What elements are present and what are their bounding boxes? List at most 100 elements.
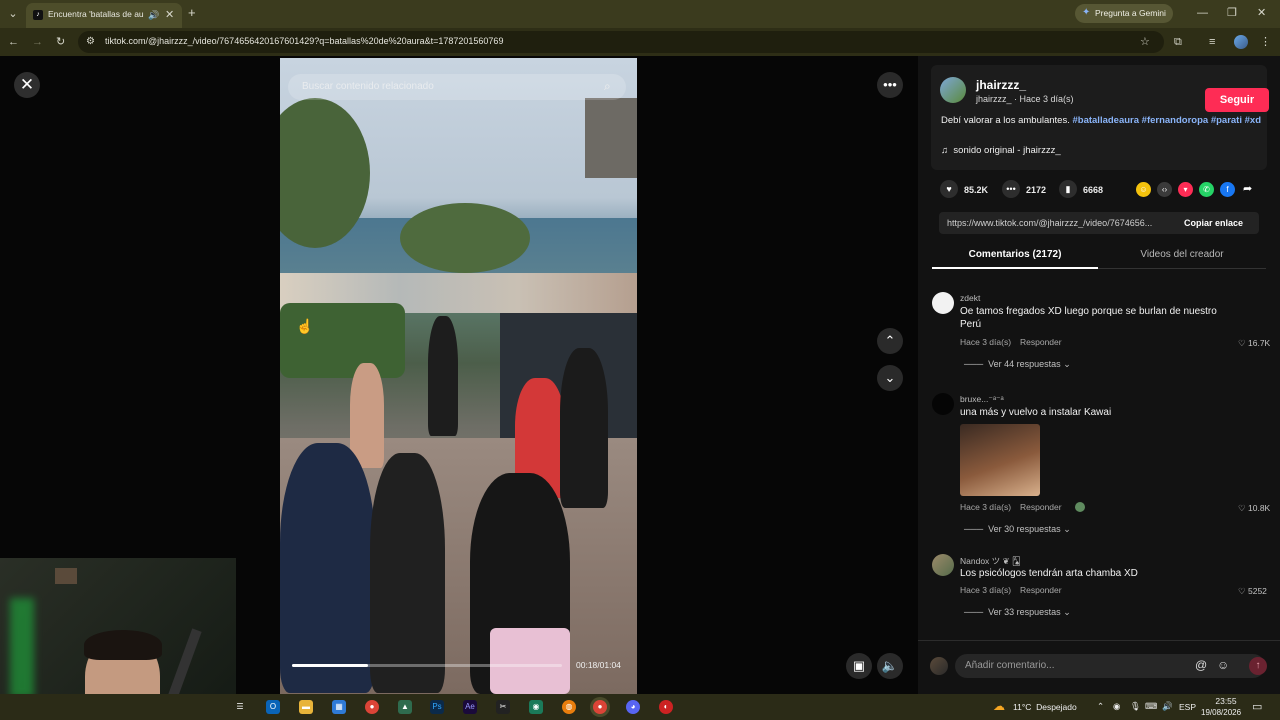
comment-like[interactable]: ♡ 5252 (1238, 586, 1267, 597)
reply-button[interactable]: Responder (1020, 337, 1062, 347)
search-icon[interactable]: ⌕ (604, 79, 611, 94)
chrome-icon[interactable]: ● (365, 700, 379, 714)
reply-button[interactable]: Responder (1020, 585, 1062, 595)
tab-creator-videos[interactable]: Videos del creador (1098, 245, 1266, 269)
window-close-icon[interactable]: ✕ (1257, 6, 1266, 20)
app-icon[interactable]: ◉ (529, 700, 543, 714)
whatsapp-icon[interactable]: ✆ (1199, 182, 1214, 197)
follow-button[interactable]: Seguir (1205, 88, 1269, 112)
outlook-icon[interactable]: O (266, 700, 280, 714)
app-icon[interactable]: ◐ (659, 700, 673, 714)
video-scene-building (585, 98, 637, 178)
author-avatar[interactable] (940, 77, 966, 103)
gemini-button[interactable]: ✦ Pregunta a Gemini (1075, 4, 1173, 23)
mini-player-icon: ▣ (852, 658, 866, 673)
minimize-icon[interactable]: — (1197, 6, 1208, 20)
tab-audio-icon[interactable]: 🔊 (148, 8, 159, 22)
close-video-button[interactable]: ✕ (14, 72, 40, 98)
tray-chevron-icon[interactable]: ⌃ (1097, 701, 1104, 712)
speaker-icon[interactable]: 🔊 (1162, 701, 1173, 712)
new-tab-icon[interactable]: + (188, 6, 196, 20)
facebook-icon[interactable]: f (1220, 182, 1235, 197)
author-username[interactable]: jhairzzz_ (976, 78, 1026, 92)
comment-username[interactable]: bruxe...⁻ᵃ⁻ᵃ (960, 394, 1004, 405)
file-explorer-icon[interactable]: ▬ (299, 700, 313, 714)
send-icon[interactable]: ▾ (1178, 182, 1193, 197)
blender-icon[interactable]: ◍ (562, 700, 576, 714)
comment-image[interactable] (960, 424, 1040, 496)
previous-video-button[interactable]: ⌃ (877, 328, 903, 354)
emoji-icon[interactable]: ☺ (1217, 658, 1229, 672)
embed-code-icon[interactable]: ‹› (1157, 182, 1172, 197)
post-comment-button[interactable]: ↑ (1249, 657, 1267, 675)
restore-icon[interactable]: ❐ (1227, 6, 1237, 20)
bookmark-star-icon[interactable]: ☆ (1140, 35, 1150, 49)
video-player[interactable]: Buscar contenido relacionado ⌕ 00:18/01:… (280, 58, 637, 694)
comment-username[interactable]: Nandox ツ ❦ 🂡 (960, 555, 1021, 567)
view-replies-label: Ver 44 respuestas (988, 359, 1061, 369)
next-video-button[interactable]: ⌄ (877, 365, 903, 391)
comment-avatar[interactable] (932, 393, 954, 415)
view-replies-button[interactable]: ─── Ver 33 respuestas ⌄ (964, 607, 1071, 618)
more-options-button[interactable]: ••• (877, 72, 903, 98)
network-icon[interactable]: ⌨ (1145, 701, 1157, 712)
clock[interactable]: 23:55 (1210, 696, 1242, 706)
reply-button[interactable]: Responder (1020, 502, 1062, 512)
sound-link[interactable]: ♫ sonido original - jhairzzz_ (941, 145, 1061, 156)
volume-button[interactable]: 🔈 (877, 653, 903, 679)
hashtag-link[interactable]: #xd (1245, 115, 1261, 126)
copy-link-button[interactable]: Copiar enlace (1184, 218, 1243, 228)
weather-text[interactable]: 11°C Despejado (1013, 702, 1077, 712)
menu-icon[interactable]: ⋮ (1260, 35, 1271, 49)
reload-icon[interactable]: ↻ (56, 35, 65, 49)
mini-player-button[interactable]: ▣ (846, 653, 872, 679)
comment-avatar[interactable] (932, 554, 954, 576)
hashtag-link[interactable]: #parati (1211, 115, 1242, 126)
discord-icon[interactable]: ◕ (626, 700, 640, 714)
weather-icon[interactable]: ☁ (993, 699, 1005, 713)
windows-taskbar: ☰ O ▬ ▦ ● ▲ Ps Ae ✂ ◉ ◍ ● ◕ ◐ ☁ 11°C Des… (0, 694, 1280, 720)
profile-avatar[interactable] (1234, 35, 1248, 49)
video-link-url[interactable]: https://www.tiktok.com/@jhairzzz_/video/… (947, 218, 1173, 228)
comment-username[interactable]: zdekt (960, 293, 980, 303)
comment-like[interactable]: ♡ 10.8K (1238, 503, 1270, 514)
tab-close-icon[interactable]: ✕ (165, 8, 174, 22)
mention-icon[interactable]: @ (1195, 658, 1207, 672)
back-icon[interactable]: ← (8, 35, 19, 49)
reading-list-icon[interactable]: ≡ (1209, 35, 1215, 49)
photoshop-icon[interactable]: Ps (430, 700, 444, 714)
microphone-icon[interactable]: 🎙 (1130, 701, 1141, 712)
address-bar[interactable]: ⚙ tiktok.com/@jhairzzz_/video/7674656420… (78, 31, 1164, 53)
site-info-icon[interactable]: ⚙ (86, 35, 95, 49)
tray-app-icon[interactable]: ◉ (1113, 701, 1120, 712)
video-progress-bar[interactable] (292, 664, 562, 667)
share-arrow-icon[interactable]: ➦ (1243, 182, 1252, 195)
save-button[interactable]: ▮ (1059, 180, 1077, 198)
comment-avatar[interactable] (932, 292, 954, 314)
store-icon[interactable]: ▦ (332, 700, 346, 714)
comment-like[interactable]: ♡ 16.7K (1238, 338, 1270, 349)
like-button[interactable]: ♥ (940, 180, 958, 198)
author-subline: jhairzzz_ · Hace 3 día(s) (976, 94, 1074, 104)
add-comment-input[interactable]: Añadir comentario... @ ☺ (955, 654, 1265, 678)
app-icon[interactable]: ▲ (398, 700, 412, 714)
tab-search-icon[interactable]: ⌄ (6, 7, 20, 21)
related-search-input[interactable]: Buscar contenido relacionado ⌕ (288, 74, 626, 100)
forward-icon[interactable]: → (32, 35, 43, 49)
hashtag-link[interactable]: #batalladeaura (1072, 115, 1139, 126)
language-indicator[interactable]: ESP (1179, 702, 1196, 712)
browser-tab[interactable]: ♪ Encuentra 'batallas de aura 🔊 ✕ (26, 3, 182, 28)
my-avatar (930, 657, 948, 675)
chrome-active-icon[interactable]: ● (593, 700, 607, 714)
extensions-icon[interactable]: ⧉ (1174, 35, 1182, 49)
hashtag-link[interactable]: #fernandoropa (1142, 115, 1209, 126)
comment-button[interactable]: ••• (1002, 180, 1020, 198)
task-view-icon[interactable]: ☰ (233, 700, 247, 714)
tab-comments[interactable]: Comentarios (2172) (932, 245, 1098, 269)
view-replies-button[interactable]: ─── Ver 44 respuestas ⌄ (964, 359, 1071, 370)
share-friends-icon[interactable]: ☺ (1136, 182, 1151, 197)
capcut-icon[interactable]: ✂ (496, 700, 510, 714)
notifications-icon[interactable]: ▭ (1252, 700, 1262, 713)
after-effects-icon[interactable]: Ae (463, 700, 477, 714)
view-replies-button[interactable]: ─── Ver 30 respuestas ⌄ (964, 524, 1071, 535)
